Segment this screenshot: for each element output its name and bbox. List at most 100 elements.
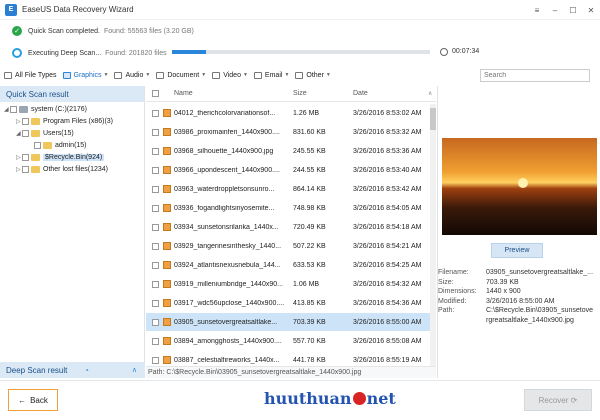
row-checkbox[interactable] <box>152 261 159 269</box>
table-row[interactable]: 03894_amongghosts_1440x900.... 557.70 KB 3… <box>146 332 436 350</box>
table-row[interactable]: 03917_wdc56upclose_1440x900.... 413.85 KB… <box>146 294 436 312</box>
chevron-up-icon[interactable]: ∧ <box>132 366 137 374</box>
chevron-down-icon[interactable]: ▼ <box>145 72 150 78</box>
info-key: Size: <box>438 278 454 286</box>
table-row[interactable]: 03887_celestialfireworks_1440x... 441.78 … <box>146 351 436 366</box>
table-row[interactable]: 04012_therichcolorvariationsof... 1.26 MB… <box>146 104 436 122</box>
recover-button[interactable]: Recover ⟳ <box>524 389 592 411</box>
row-checkbox[interactable] <box>152 242 159 250</box>
search-input[interactable] <box>480 69 590 82</box>
row-checkbox[interactable] <box>152 185 159 193</box>
chevron-down-icon[interactable]: ▼ <box>243 72 248 78</box>
file-list-scrollbar[interactable] <box>430 104 436 366</box>
filter-other[interactable]: Other ▼ <box>295 71 331 79</box>
tree-checkbox[interactable] <box>34 142 41 149</box>
tree-item[interactable]: admin(15) <box>28 140 87 151</box>
chevron-down-icon[interactable]: ▼ <box>104 72 109 78</box>
tree-checkbox[interactable] <box>22 118 29 125</box>
tree-item[interactable]: ◢ system (C:)(2176) <box>4 104 87 115</box>
tree-item[interactable]: ▷ $Recycle.Bin(924) <box>16 152 105 163</box>
tree-item[interactable]: ▷ Other lost files(1234) <box>16 164 108 175</box>
file-size: 1.26 MB <box>293 109 320 117</box>
row-checkbox[interactable] <box>152 147 159 155</box>
table-row[interactable]: 03905_sunsetovergreatsaltlake... 703.39 K… <box>146 313 436 331</box>
scrollbar-thumb[interactable] <box>430 108 436 130</box>
info-key: Filename: <box>438 269 469 276</box>
filter-video[interactable]: Video ▼ <box>212 71 248 79</box>
file-name: 03986_proximainferi_1440x900.... <box>174 128 280 136</box>
image-file-icon <box>163 204 171 212</box>
table-row[interactable]: 03929_tangerinesinthesky_1440... 507.22 K… <box>146 237 436 255</box>
row-checkbox[interactable] <box>152 204 159 212</box>
tree-checkbox[interactable] <box>10 106 17 113</box>
row-checkbox[interactable] <box>152 299 159 307</box>
row-checkbox[interactable] <box>152 128 159 136</box>
row-checkbox[interactable] <box>152 356 159 364</box>
title-bar: E EaseUS Data Recovery Wizard ≡ – ☐ ✕ <box>0 0 600 20</box>
table-row[interactable]: 03936_fogandlightsinyosemite... 748.98 KB… <box>146 199 436 217</box>
filter-email[interactable]: Email ▼ <box>253 71 289 79</box>
file-date: 3/26/2016 8:54:05 AM <box>353 204 422 212</box>
maximize-icon[interactable]: ☐ <box>564 0 582 20</box>
file-list: Name Size Date ∧ 04012_therichcolorvaria… <box>146 86 436 366</box>
column-size[interactable]: Size <box>293 90 307 97</box>
menu-icon[interactable]: ≡ <box>528 0 546 20</box>
file-date: 3/26/2016 8:54:21 AM <box>353 242 422 250</box>
table-row[interactable]: 03934_sunsetonsrilanka_1440x... 720.49 KB… <box>146 218 436 236</box>
column-date[interactable]: Date <box>353 90 368 97</box>
row-checkbox[interactable] <box>152 166 159 174</box>
image-file-icon <box>163 242 171 250</box>
chevron-down-icon[interactable]: ▼ <box>284 72 289 78</box>
deep-scan-progress-bar <box>172 50 430 54</box>
tree-checkbox[interactable] <box>22 154 29 161</box>
table-row[interactable]: 03924_atlantisnexusnebula_144... 633.53 K… <box>146 256 436 274</box>
info-value: 703.39 KB <box>486 278 519 286</box>
filter-audio[interactable]: Audio ▼ <box>114 71 150 79</box>
tree-checkbox[interactable] <box>22 166 29 173</box>
info-key: Dimensions: <box>438 288 477 295</box>
table-row[interactable]: 03966_upondescent_1440x900.... 244.55 KB 3… <box>146 161 436 179</box>
filter-graphics[interactable]: Graphics ▼ <box>62 71 109 79</box>
table-row[interactable]: 03986_proximainferi_1440x900.... 831.60 K… <box>146 123 436 141</box>
file-size: 1.06 MB <box>293 280 320 288</box>
chevron-down-icon[interactable]: ▼ <box>201 72 206 78</box>
row-checkbox[interactable] <box>152 280 159 288</box>
minimize-icon[interactable]: – <box>546 0 564 20</box>
table-row[interactable]: 03968_silhouette_1440x900.jpg 245.55 KB 3/… <box>146 142 436 160</box>
tree-item[interactable]: ▷ Program Files (x86)(3) <box>16 116 113 127</box>
quick-scan-result-header[interactable]: Quick Scan result <box>0 86 144 102</box>
sort-caret-icon[interactable]: ∧ <box>428 90 432 97</box>
tree-item-label: admin(15) <box>55 142 87 149</box>
deep-scan-result-header[interactable]: Deep Scan result ◔ ∧ <box>0 362 145 378</box>
back-button[interactable]: ← Back <box>8 389 58 411</box>
tree-checkbox[interactable] <box>22 130 29 137</box>
row-checkbox[interactable] <box>152 109 159 117</box>
file-name: 03934_sunsetonsrilanka_1440x... <box>174 223 279 231</box>
file-size: 557.70 KB <box>293 337 326 345</box>
info-value: C:\$Recycle.Bin\03905_sunsetove <box>486 307 594 314</box>
filter-all-file-types[interactable]: All File Types <box>4 71 57 79</box>
preview-button[interactable]: Preview <box>491 243 543 258</box>
filter-document[interactable]: Document ▼ <box>156 71 206 79</box>
back-arrow-icon: ← <box>18 395 27 405</box>
tree-item[interactable]: ◢ Users(15) <box>16 128 74 139</box>
file-date: 3/26/2016 8:55:08 AM <box>353 337 422 345</box>
table-row[interactable]: 03919_milleniumbridge_1440x90... 1.06 MB 3… <box>146 275 436 293</box>
file-size: 748.98 KB <box>293 204 326 212</box>
row-checkbox[interactable] <box>152 318 159 326</box>
table-row[interactable]: 03963_waterdroppletsonsunro... 864.14 KB 3… <box>146 180 436 198</box>
row-checkbox[interactable] <box>152 223 159 231</box>
file-date: 3/26/2016 8:53:36 AM <box>353 147 422 155</box>
info-row: Dimensions: 1440 x 900 <box>438 288 521 295</box>
select-all-checkbox[interactable] <box>152 90 159 97</box>
file-date: 3/26/2016 8:53:42 AM <box>353 185 422 193</box>
row-checkbox[interactable] <box>152 337 159 345</box>
file-name: 03936_fogandlightsinyosemite... <box>174 204 275 212</box>
chevron-down-icon[interactable]: ▼ <box>326 72 331 78</box>
watermark-ball-icon <box>352 392 366 405</box>
column-name[interactable]: Name <box>174 90 290 97</box>
image-file-icon <box>163 280 171 288</box>
close-icon[interactable]: ✕ <box>582 0 600 20</box>
info-row: rgreatsaltlake_1440x900.jpg <box>438 317 574 324</box>
deep-scan-spinner-small-icon: ◔ <box>84 365 89 375</box>
